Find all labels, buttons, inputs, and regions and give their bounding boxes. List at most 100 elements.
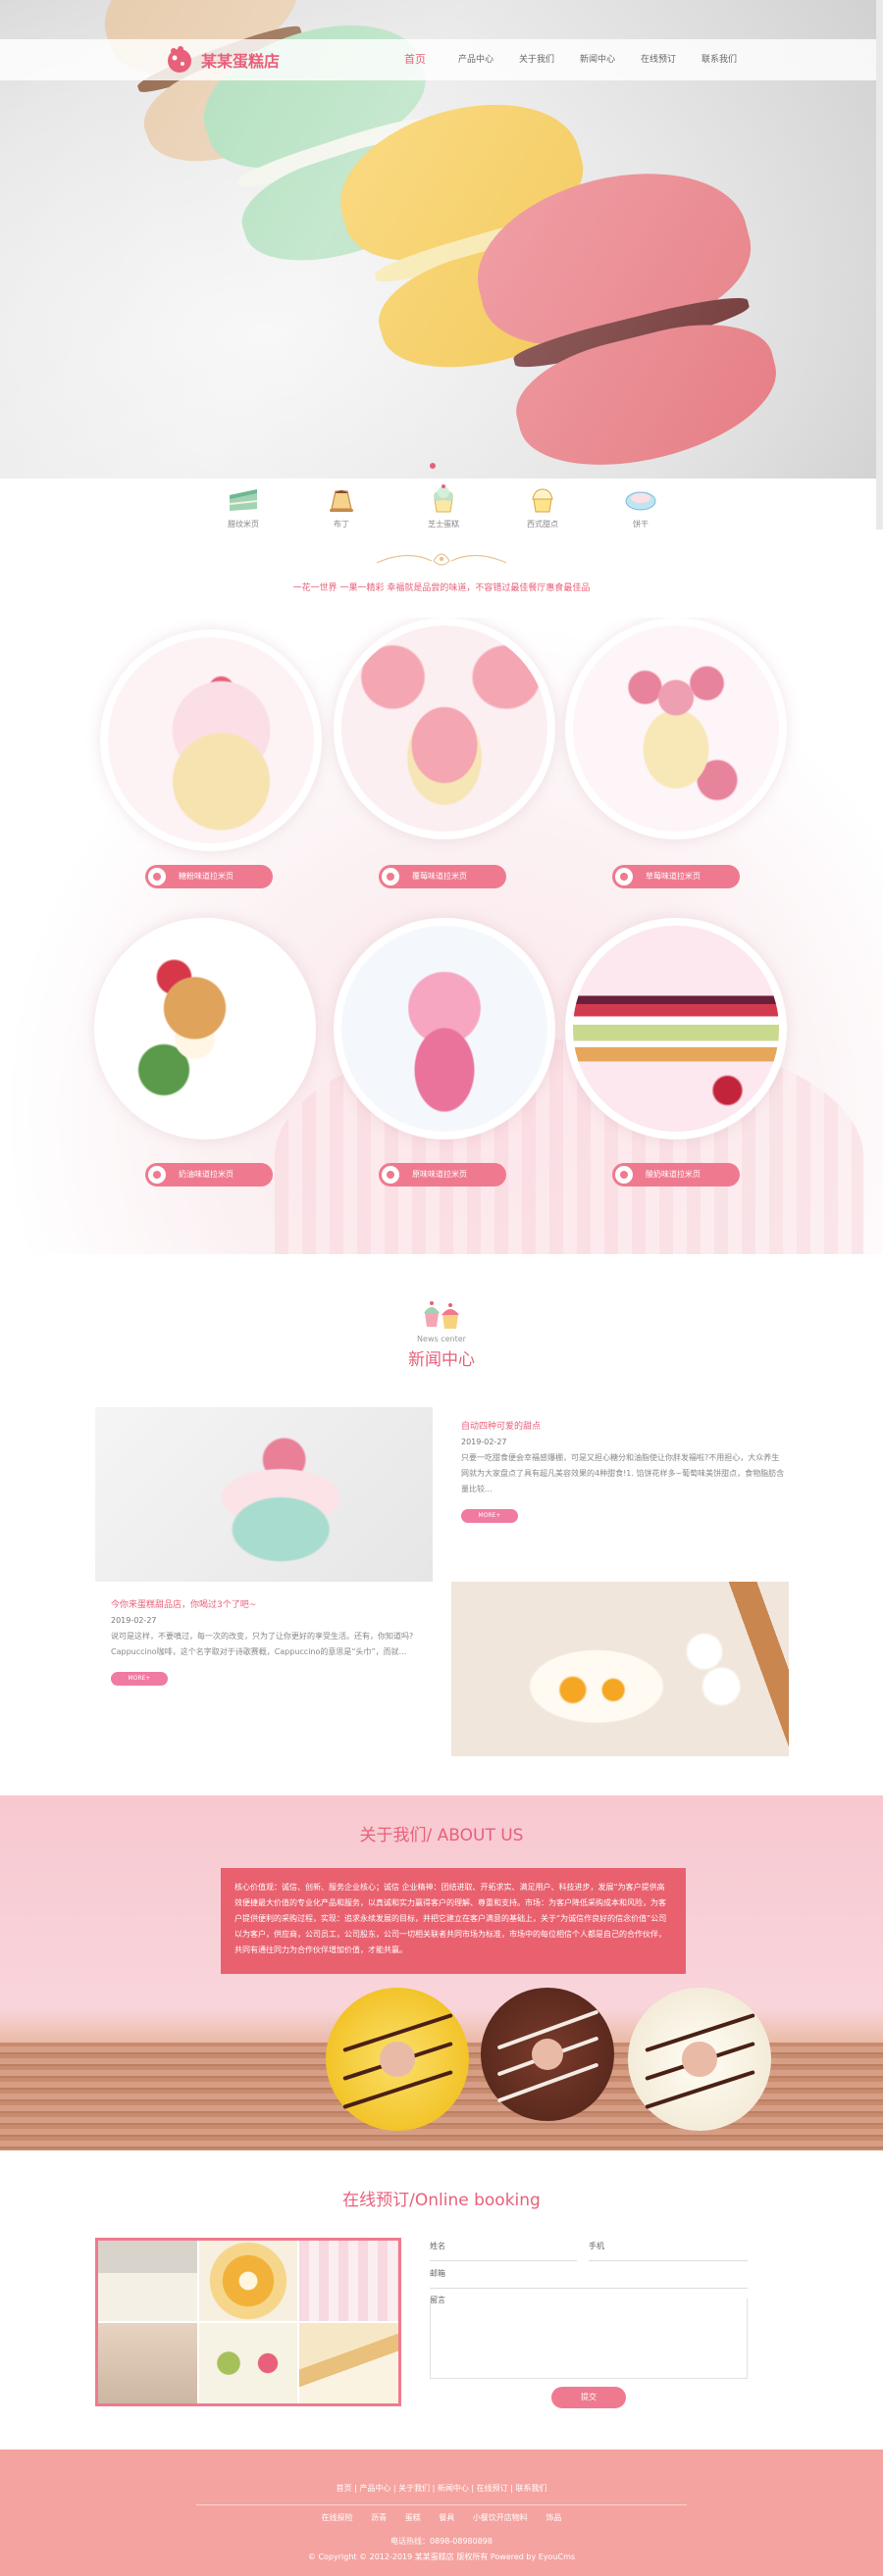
footer-tag[interactable]: 蛋糕 (405, 2513, 421, 2522)
product-grid: 糖粉味道拉米页 覆莓味道拉米页 草莓味道拉米页 奶油味道拉米页 原味味道拉米页 … (0, 618, 883, 1254)
category-label: 布丁 (334, 520, 349, 529)
slider-dot[interactable] (430, 463, 436, 469)
footer-tag[interactable]: 餐具 (439, 2513, 454, 2522)
footer-tag[interactable]: 小餐饮开店物料 (473, 2513, 528, 2522)
news-image-cupcake[interactable] (95, 1407, 433, 1582)
pudding-icon (330, 490, 353, 512)
news-item-date: 2019-02-27 (111, 1616, 157, 1625)
about-section: 关于我们/ ABOUT US 核心价值观：诚信、创新、服务企业核心；诚信 企业精… (0, 1795, 883, 2150)
ornament-icon (376, 553, 507, 566)
collage-photo-cake-slice (299, 2323, 398, 2403)
product-label-button[interactable]: 草莓味道拉米页 (612, 865, 740, 888)
footer-nav-links[interactable]: 首页 | 产品中心 | 关于我们 | 新闻中心 | 在线预订 | 联系我们 (0, 2483, 883, 2494)
message-textarea[interactable] (430, 2298, 748, 2379)
product-label-button[interactable]: 酸奶味道拉米页 (612, 1163, 740, 1187)
news-item-title[interactable]: 自动四种可爱的甜点 (461, 1419, 785, 1432)
cupcake-icon (532, 488, 553, 513)
about-text-box: 核心价值观：诚信、创新、服务企业核心；诚信 企业精神：团结进取、开拓求实、满足用… (221, 1868, 686, 1974)
name-input[interactable] (430, 2260, 577, 2261)
nav-item-products[interactable]: 产品中心 (445, 39, 506, 80)
news-more-button[interactable]: MORE+ (461, 1509, 518, 1523)
product-image-rose-cakes[interactable] (565, 618, 787, 839)
nav-item-contact[interactable]: 联系我们 (689, 39, 750, 80)
news-more-button[interactable]: MORE+ (111, 1672, 168, 1686)
site-logo[interactable]: 某某蛋糕店 (165, 45, 280, 75)
cheesecake-icon (434, 484, 453, 513)
news-item: 今你来蛋糕甜品店，你喝过3个了吧~ 2019-02-27 说可是这样，不要嗔过，… (111, 1597, 435, 1686)
collage-photo-skewers (198, 2323, 298, 2403)
footer-divider (196, 2504, 687, 2505)
nav-item-news[interactable]: 新闻中心 (567, 39, 628, 80)
category-item[interactable]: 布丁 (302, 481, 381, 530)
donut-chocolate (481, 1988, 614, 2121)
news-item-text: 说可是这样，不要嗔过，每一次的改变，只为了让你更好的享受生活。还有，你知道吗? … (111, 1632, 414, 1656)
news-item: 自动四种可爱的甜点 2019-02-27 只要一吃甜食便会幸福感爆棚，可是又担心… (461, 1419, 785, 1523)
product-label-button[interactable]: 糖粉味道拉米页 (145, 865, 273, 888)
slogan-text: 一花一世界 一果一精彩 幸福就是品尝的味道，不容错过最佳餐厅惠食最佳品 (292, 583, 591, 593)
divider-ornament (0, 539, 883, 579)
news-title: 新闻中心 (408, 1350, 475, 1370)
page-scrollbar[interactable] (876, 0, 883, 530)
product-image-layer-cake[interactable] (565, 918, 787, 1139)
news-subtitle: News center (417, 1335, 466, 1343)
booking-title: 在线预订/Online booking (342, 2191, 541, 2210)
macaron-yellow (323, 78, 629, 392)
product-image-pink-cupcake[interactable] (334, 918, 555, 1139)
collage-photo-macarons (299, 2241, 398, 2321)
footer-tag[interactable]: 在线探险 (322, 2513, 353, 2522)
phone-label: 手机 (589, 2242, 604, 2250)
phone-input[interactable] (589, 2260, 748, 2261)
booking-section: 在线预订/Online booking 姓名 手机 邮箱 留言 提交 (0, 2150, 883, 2450)
nav-item-about[interactable]: 关于我们 (506, 39, 567, 80)
category-label: 饼干 (633, 520, 649, 529)
top-navbar: 某某蛋糕店 首页 产品中心 关于我们 新闻中心 在线预订 联系我们 (0, 39, 883, 80)
email-label: 邮箱 (430, 2269, 445, 2278)
category-item[interactable]: 西式甜点 (503, 481, 582, 530)
category-label: 西式甜点 (527, 520, 558, 529)
news-item-text: 只要一吃甜食便会幸福感爆棚，可是又担心糖分和油脂使让你胖发福啦?不用担心，大众养… (461, 1453, 785, 1493)
product-image-macarons[interactable] (334, 618, 555, 839)
product-label-button[interactable]: 原味味道拉米页 (379, 1163, 506, 1187)
cupcakes-icon (424, 1301, 459, 1329)
logo-cake-icon (168, 46, 191, 73)
macaron-beige (86, 0, 344, 184)
main-nav: 首页 产品中心 关于我们 新闻中心 在线预订 联系我们 (385, 39, 750, 80)
site-footer: 首页 | 产品中心 | 关于我们 | 新闻中心 | 在线预订 | 联系我们 在线… (0, 2444, 883, 2576)
product-label-button[interactable]: 奶油味道拉米页 (145, 1163, 273, 1187)
footer-copyright: © Copyright © 2012-2019 某某蛋糕店 版权所有 Power… (307, 2552, 576, 2561)
category-bar: 腊纹米页 布丁 芝士蛋糕 西式甜点 饼干 (0, 479, 883, 539)
email-input[interactable] (430, 2288, 748, 2289)
product-image-cream-puffs[interactable] (94, 918, 316, 1139)
product-image-cupcake-heart[interactable] (100, 630, 322, 851)
footer-tags: 在线探险 沥青 蛋糕 餐具 小餐饮开店物料 饰品 (0, 2512, 883, 2523)
category-label: 腊纹米页 (228, 520, 259, 529)
about-text: 核心价值观：诚信、创新、服务企业核心；诚信 企业精神：团结进取、开拓求实、满足用… (234, 1883, 667, 1954)
name-label: 姓名 (430, 2242, 445, 2250)
about-title: 关于我们/ ABOUT US (359, 1826, 524, 1845)
logo-text: 某某蛋糕店 (201, 52, 281, 71)
hero-banner: 某某蛋糕店 首页 产品中心 关于我们 新闻中心 在线预订 联系我们 (0, 0, 883, 479)
product-label-button[interactable]: 覆莓味道拉米页 (379, 865, 506, 888)
donut-white (628, 1988, 771, 2131)
category-label: 芝士蛋糕 (428, 520, 459, 529)
nav-item-home[interactable]: 首页 (385, 39, 445, 80)
cookie-icon (625, 491, 656, 511)
collage-photo-donut (198, 2241, 298, 2321)
footer-phone: 电话热线：0898-08980898 (390, 2537, 493, 2546)
category-item[interactable]: 腊纹米页 (204, 481, 283, 530)
category-item[interactable]: 饼干 (601, 481, 680, 530)
footer-tag[interactable]: 沥青 (371, 2513, 387, 2522)
news-image-baking[interactable] (451, 1582, 789, 1756)
news-item-date: 2019-02-27 (461, 1438, 507, 1446)
footer-tag[interactable]: 饰品 (545, 2513, 561, 2522)
news-header: News center 新闻中心 (0, 1293, 883, 1370)
collage-photo-interior (98, 2323, 197, 2403)
macaron-pink (460, 147, 796, 479)
donut-yellow (326, 1988, 469, 2131)
news-item-title[interactable]: 今你来蛋糕甜品店，你喝过3个了吧~ (111, 1597, 435, 1610)
nav-item-booking[interactable]: 在线预订 (628, 39, 689, 80)
submit-button[interactable]: 提交 (551, 2387, 626, 2408)
collage-photo-shopfront (98, 2241, 197, 2321)
news-section: News center 新闻中心 自动四种可爱的甜点 2019-02-27 只要… (0, 1254, 883, 1795)
category-item[interactable]: 芝士蛋糕 (404, 481, 483, 530)
